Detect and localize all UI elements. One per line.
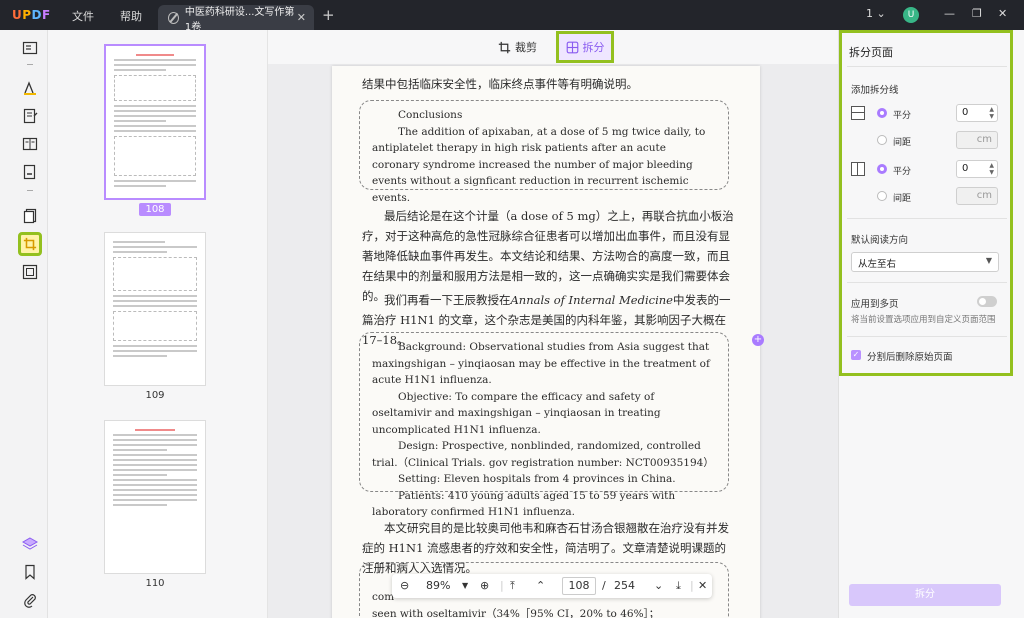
apply-multi-description: 将当前设置选项应用到自定义页面范围	[851, 315, 996, 325]
add-split-line-icon[interactable]: +	[752, 334, 764, 346]
total-pages: 254	[614, 579, 635, 592]
reading-direction-label: 默认阅读方向	[851, 235, 909, 246]
first-page-icon[interactable]: ⤒	[510, 579, 515, 593]
tab-close-icon[interactable]: ✕	[297, 11, 306, 24]
horizontal-spacing-radio[interactable]	[877, 135, 887, 145]
vertical-count-input[interactable]: 0 ▲ ▼	[956, 160, 998, 178]
split-mode-button[interactable]: 拆分	[556, 31, 614, 63]
crop-icon	[498, 41, 511, 53]
page-number-110: 110	[145, 578, 165, 589]
next-page-icon[interactable]: ⌄	[654, 579, 663, 592]
organize-pages-icon[interactable]	[22, 208, 38, 224]
sign-icon[interactable]	[22, 164, 38, 180]
menu-help[interactable]: 帮助	[120, 8, 142, 24]
pdf-page[interactable]: 结果中包括临床安全性，临床终点事件等有明确说明。 Conclusions The…	[332, 66, 760, 618]
thumbnail-page-108[interactable]	[104, 44, 206, 200]
comment-icon[interactable]	[22, 80, 38, 96]
page-number-109: 109	[145, 390, 165, 401]
delete-original-label: 分割后删除原始页面	[867, 352, 953, 363]
chevron-down-icon: ▼	[985, 256, 992, 265]
updf-logo[interactable]: UPDF	[12, 8, 51, 22]
close-icon[interactable]: ✕	[698, 579, 707, 592]
close-window-button[interactable]: ✕	[998, 7, 1007, 20]
layers-icon[interactable]	[21, 536, 39, 552]
horizontal-even-radio[interactable]	[877, 108, 887, 118]
horizontal-split-icon	[851, 106, 865, 120]
page-number-108: 108	[104, 203, 206, 216]
zoom-level[interactable]: 89%	[426, 579, 450, 592]
panel-title: 拆分页面	[849, 46, 893, 59]
avatar[interactable]: U	[903, 7, 919, 23]
chevron-down-icon: ⌄	[876, 7, 886, 20]
title-bar: UPDF 文件 帮助 中医药科研设...文写作第1卷 ✕ + 1 ⌄ U — ❐…	[0, 0, 1024, 33]
abstract-box: Conclusions The addition of apixaban, at…	[359, 100, 729, 204]
zoom-in-icon[interactable]: ⊕	[480, 579, 489, 592]
window-count-dropdown[interactable]: 1 ⌄	[866, 7, 886, 20]
delete-original-checkbox[interactable]: ✓	[851, 350, 861, 360]
form-icon[interactable]	[22, 136, 38, 152]
document-view: 裁剪 拆分 结果中包括临床安全性，临床终点事件等有明确说明。 Conclusio…	[268, 30, 838, 618]
last-page-icon[interactable]: ⤓	[676, 579, 681, 593]
crop-button[interactable]: 裁剪	[498, 39, 537, 55]
apply-multi-label: 应用到多页	[851, 299, 899, 310]
menu-file[interactable]: 文件	[72, 8, 94, 24]
prev-page-icon[interactable]: ⌃	[536, 579, 545, 592]
zoom-dropdown-icon[interactable]: ▼	[462, 581, 468, 590]
document-tab[interactable]: 中医药科研设...文写作第1卷 ✕	[158, 5, 314, 33]
toolbar-divider	[27, 64, 33, 65]
vertical-split-icon	[851, 162, 865, 176]
page-number-input[interactable]: 108	[562, 577, 596, 595]
horizontal-spacing-input[interactable]: cm	[956, 131, 998, 149]
attachment-icon[interactable]	[22, 592, 38, 608]
zoom-navigation-bar: ⊖ 89% ▼ ⊕ | ⤒ ⌃ 108 / 254 ⌄ ⤓ | ✕	[392, 574, 712, 598]
thumbnail-page-110[interactable]	[104, 420, 206, 574]
reading-direction-select[interactable]: 从左至右 ▼	[851, 252, 999, 272]
maximize-button[interactable]: ❐	[972, 7, 982, 20]
edit-pdf-icon[interactable]	[22, 108, 38, 124]
minimize-button[interactable]: —	[944, 7, 955, 20]
horizontal-count-input[interactable]: 0 ▲ ▼	[956, 104, 998, 122]
bookmark-icon[interactable]	[22, 564, 38, 580]
reader-icon[interactable]	[22, 40, 38, 56]
split-settings-panel: 拆分页面 添加拆分线 平分 0 ▲ ▼ 间距 cm 平分 0 ▲ ▼ 间距 cm 默认阅…	[838, 30, 1024, 618]
abstract-box: Background: Observational studies from A…	[359, 332, 729, 518]
new-tab-button[interactable]: +	[322, 6, 335, 24]
left-toolbar	[0, 30, 48, 618]
tab-title: 中医药科研设...文写作第1卷	[184, 6, 295, 33]
apply-multi-toggle[interactable]	[977, 296, 997, 307]
thumbnail-panel: 108 109 110	[48, 30, 268, 618]
thumbnail-page-109[interactable]	[104, 232, 206, 386]
vertical-even-radio[interactable]	[877, 164, 887, 174]
crop-split-mode-bar: 裁剪 拆分	[268, 30, 838, 64]
paragraph: 结果中包括临床安全性，临床终点事件等有明确说明。	[362, 77, 638, 91]
toolbar-divider	[27, 190, 33, 191]
vertical-spacing-radio[interactable]	[877, 191, 887, 201]
add-split-line-label: 添加拆分线	[851, 85, 899, 96]
split-icon	[566, 41, 578, 53]
document-icon	[168, 11, 179, 24]
vertical-spacing-input[interactable]: cm	[956, 187, 998, 205]
zoom-out-icon[interactable]: ⊖	[400, 579, 409, 592]
crop-split-tool-icon[interactable]	[18, 232, 42, 256]
convert-icon[interactable]	[22, 264, 38, 280]
split-button[interactable]: 拆分	[849, 584, 1001, 606]
